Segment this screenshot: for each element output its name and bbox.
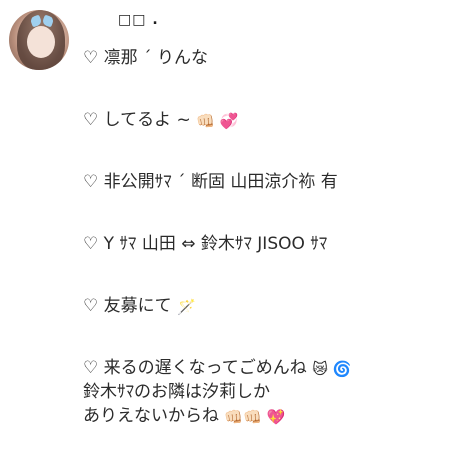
bio-line-sorry-text: ♡ 来るの遅くなってごめんね	[83, 358, 313, 378]
fists-sparkling-heart-icon: 👊🏻👊🏻 💖	[224, 408, 286, 426]
bio-line-impossible: ありえないからね 👊🏻👊🏻 💖	[83, 404, 351, 428]
bio-line-love-text: ♡ してるよ ~	[83, 110, 197, 130]
bio-line-neighbor: 鈴木ｻﾏのお隣は汐莉しか	[83, 382, 270, 402]
bio-line-friends: ♡ 友募にて 🪄	[83, 294, 351, 318]
avatar[interactable]	[9, 10, 69, 70]
avatar-face	[27, 26, 55, 58]
bio-line-impossible-text: ありえないからね	[83, 406, 225, 426]
bio-line-private: ♡ 非公開ｻﾏ ´ 断固 山田涼介袮 有	[83, 172, 338, 192]
bio-line-members: ♡ Y ｻﾏ 山田 ⇔ 鈴木ｻﾏ JISOO ｻﾏ	[83, 234, 328, 254]
bio-line-name: ♡ 凛那 ´ りんな	[83, 48, 208, 68]
bio-text: ♡ 凛那 ´ りんな ♡ してるよ ~ 👊🏻 💞 ♡ 非公開ｻﾏ ´ 断固 山田…	[83, 46, 351, 428]
hair-bow-icon	[31, 14, 53, 28]
bio-line-friends-text: ♡ 友募にて	[83, 296, 178, 316]
bio-line-love: ♡ してるよ ~ 👊🏻 💞	[83, 108, 351, 132]
bio-line-sorry: ♡ 来るの遅くなってごめんね 😿 🌀	[83, 356, 351, 380]
profile-post: □□ . ♡ 凛那 ´ りんな ♡ してるよ ~ 👊🏻 💞 ♡ 非公開ｻﾏ ´ …	[0, 0, 452, 454]
username[interactable]: □□ .	[118, 12, 159, 28]
crying-cat-cyclone-icon: 😿 🌀	[312, 360, 352, 378]
fist-heart-emoji-icon: 👊🏻 💞	[196, 112, 239, 130]
magic-wand-icon: 🪄	[177, 298, 196, 316]
